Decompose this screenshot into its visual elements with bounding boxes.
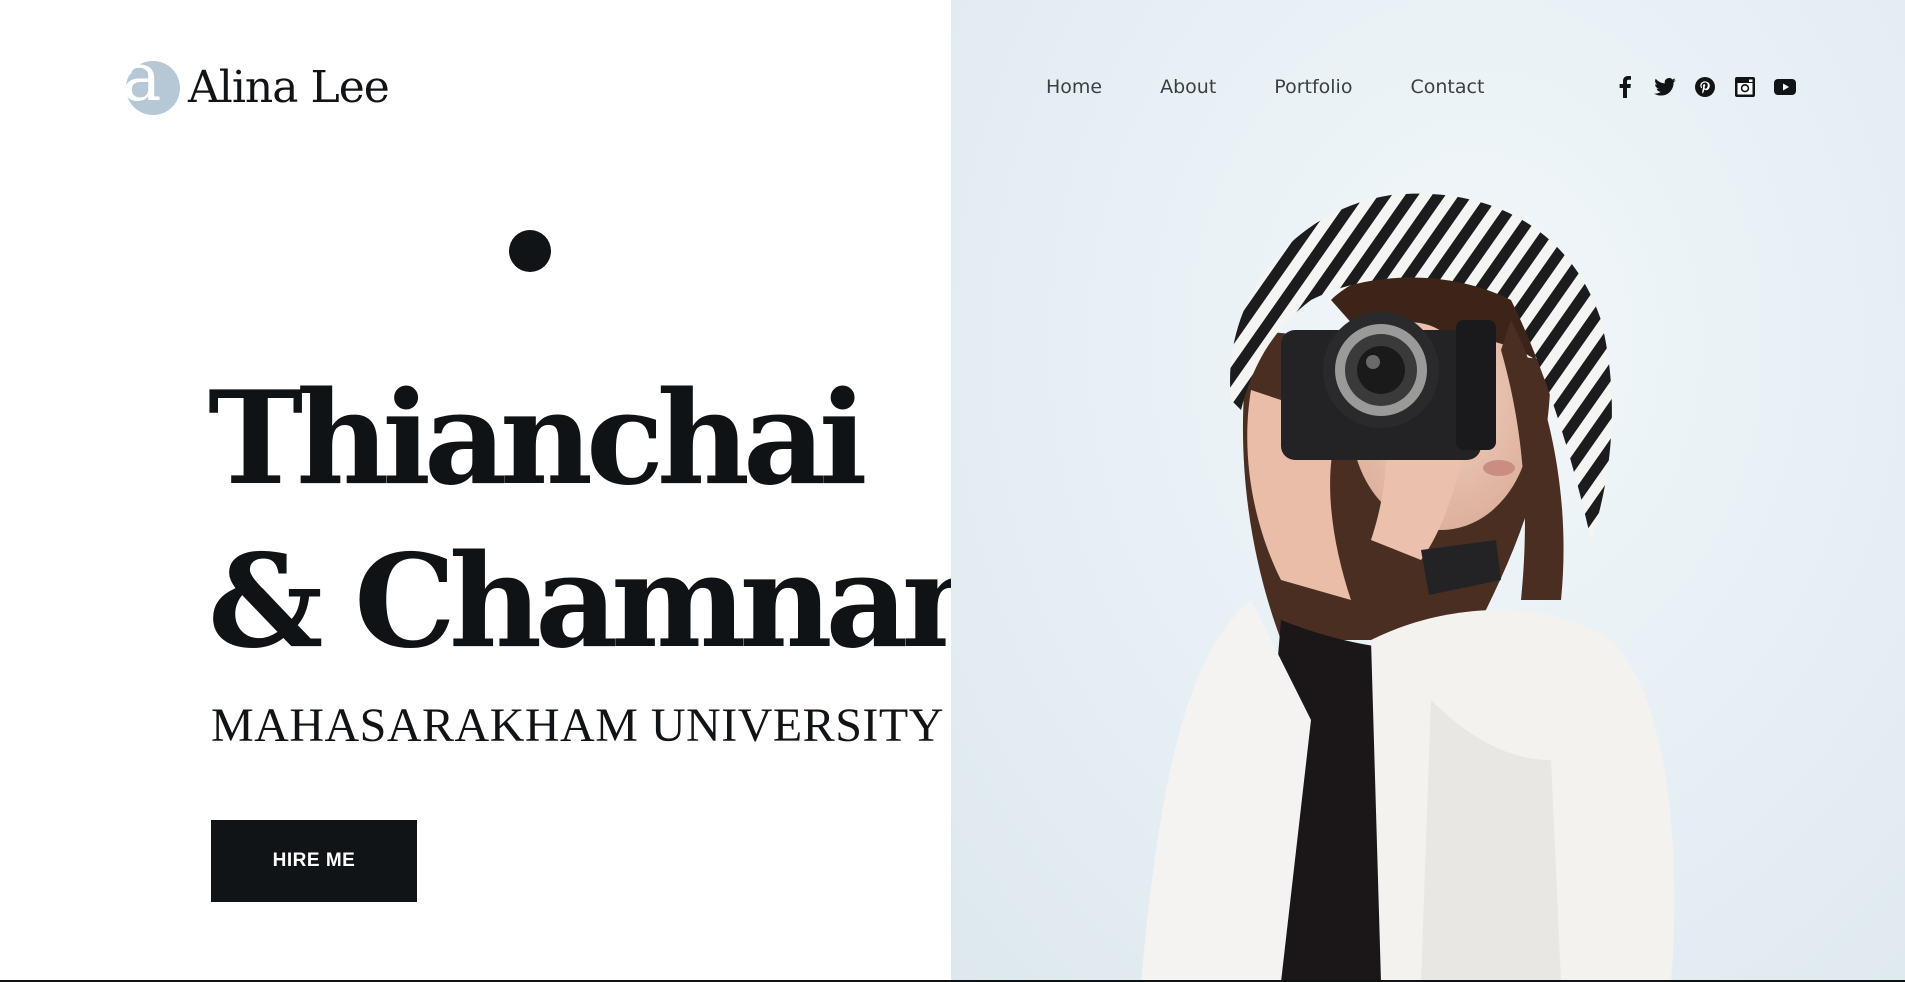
twitter-icon[interactable] — [1652, 74, 1678, 100]
pinterest-icon[interactable] — [1692, 74, 1718, 100]
brand-name: Alina Lee — [188, 62, 390, 113]
hire-me-button[interactable]: HIRE ME — [211, 820, 417, 902]
hero-title-line-1: Thianchai — [208, 364, 867, 514]
youtube-icon[interactable] — [1772, 74, 1798, 100]
hero-left-panel: a Alina Lee Thianchai & Chamnan MAHASARA… — [0, 0, 994, 982]
photographer-photo — [1141, 193, 1675, 982]
facebook-icon[interactable] — [1612, 74, 1638, 100]
hero-photo-panel — [951, 0, 1905, 982]
hero-subtitle: MAHASARAKHAM UNIVERSITY — [211, 699, 944, 752]
hero-title-line-2: & Chamnan — [208, 527, 994, 677]
social-links — [1612, 74, 1812, 100]
main-nav: Home About Portfolio Contact — [1046, 75, 1542, 99]
logo-letter: a — [122, 39, 162, 116]
nav-contact[interactable]: Contact — [1410, 75, 1484, 99]
nav-about[interactable]: About — [1160, 75, 1216, 99]
brand-logo[interactable]: a Alina Lee — [122, 45, 390, 118]
nav-home[interactable]: Home — [1046, 75, 1102, 99]
logo-mark-icon: a — [122, 45, 180, 117]
instagram-icon[interactable] — [1732, 74, 1758, 100]
nav-portfolio[interactable]: Portfolio — [1274, 75, 1352, 99]
decorative-dot — [509, 230, 551, 272]
